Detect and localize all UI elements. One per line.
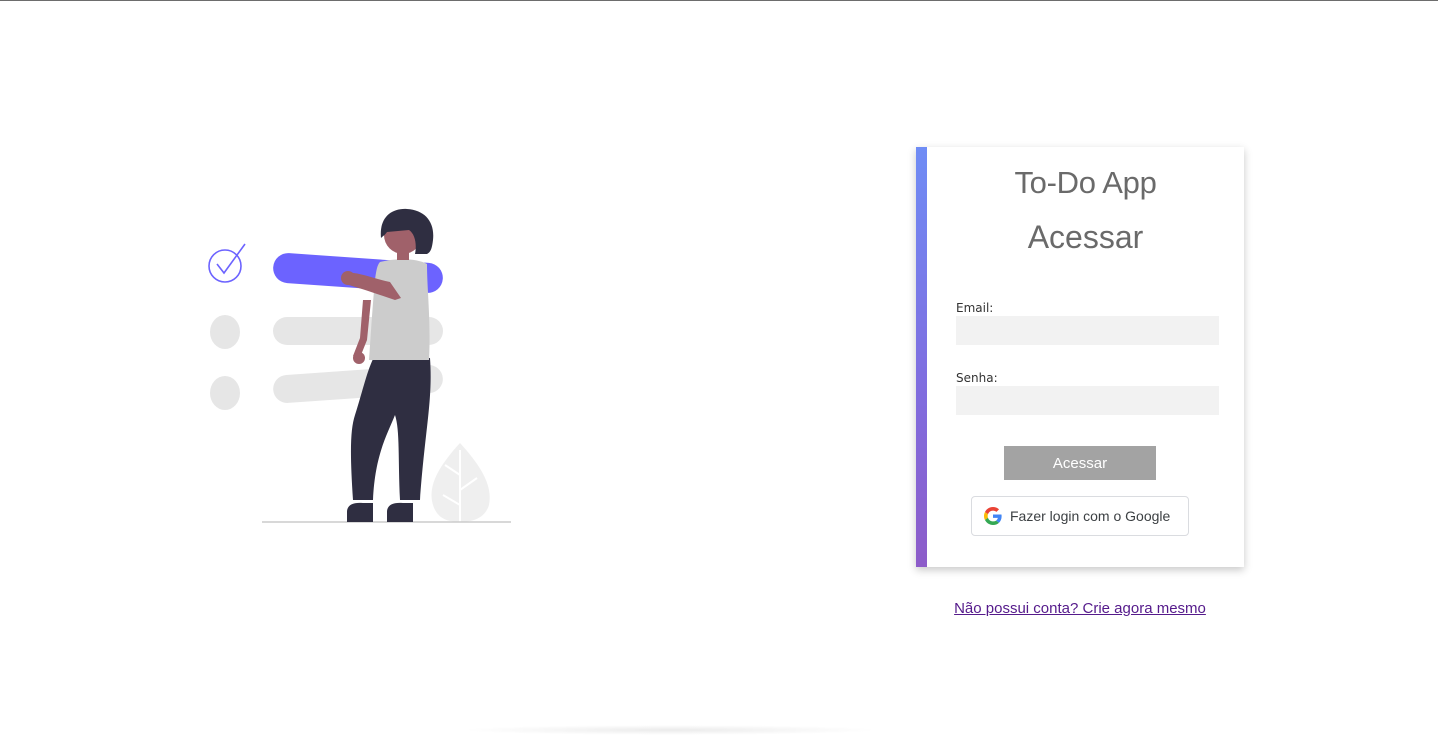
email-field[interactable]: [956, 316, 1219, 345]
login-card: To-Do App Acessar Email: Senha: Acessar …: [916, 147, 1244, 567]
person-figure: [341, 208, 434, 522]
page-heading: Acessar: [1027, 219, 1144, 255]
list-dot: [210, 376, 240, 410]
login-button[interactable]: Acessar: [1004, 446, 1156, 480]
google-login-label: Fazer login com o Google: [1010, 508, 1171, 524]
todo-list-illustration: [208, 208, 511, 523]
bottom-shadow: [460, 725, 880, 735]
card-accent-bar: [916, 147, 927, 567]
list-dot: [210, 315, 240, 349]
signup-link[interactable]: Não possui conta? Crie agora mesmo: [916, 600, 1244, 617]
google-login-button[interactable]: Fazer login com o Google: [971, 496, 1189, 536]
password-label: Senha:: [956, 371, 998, 385]
google-g-icon: [984, 507, 1002, 525]
hero-illustration: [195, 200, 525, 535]
top-border: [0, 0, 1438, 1]
app-title: To-Do App: [1014, 165, 1157, 200]
email-label: Email:: [956, 301, 994, 315]
password-field[interactable]: [956, 386, 1219, 415]
check-circle-icon: [208, 243, 246, 283]
